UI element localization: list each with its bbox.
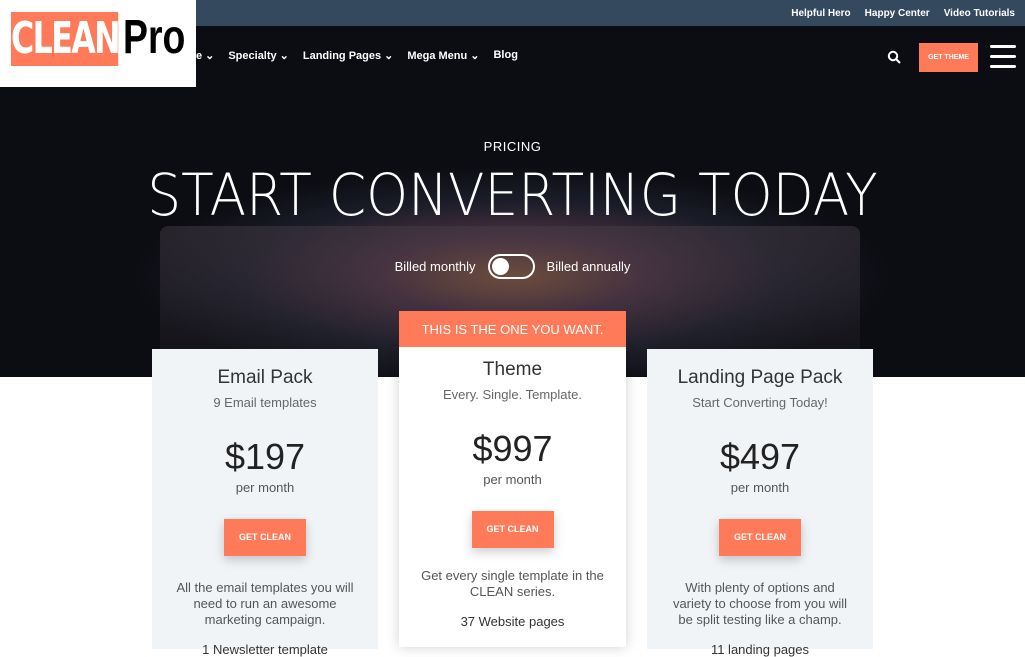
get-clean-button[interactable]: GET CLEAN xyxy=(224,519,306,556)
billing-toggle[interactable] xyxy=(487,254,535,279)
billed-monthly-label: Billed monthly xyxy=(394,259,476,274)
logo-pro: Pro xyxy=(123,11,186,64)
plan-period: per month xyxy=(235,480,295,495)
hero-label: PRICING xyxy=(483,139,542,154)
logo[interactable]: CLEAN Pro xyxy=(0,0,196,87)
chevron-down-icon: ⌄ xyxy=(384,50,394,62)
nav-label: Landing Pages xyxy=(302,50,382,62)
plan-card-email-pack: Email Pack 9 Email templates $197 per mo… xyxy=(152,349,378,657)
chevron-down-icon: ⌄ xyxy=(205,50,215,62)
plan-price: $197 xyxy=(224,436,306,477)
plan-name: Email Pack xyxy=(217,367,313,388)
helpful-hero-link[interactable]: Helpful Hero xyxy=(791,8,850,19)
plan-name: Landing Page Pack xyxy=(677,367,843,388)
nav-blog[interactable]: Blog xyxy=(493,49,517,62)
main-nav: e ⌄ Specialty ⌄ Landing Pages ⌄ Mega Menu ⌄ … xyxy=(196,49,518,62)
logo-clean: CLEAN xyxy=(11,12,121,66)
plan-subtitle: Every. Single. Template. xyxy=(443,387,582,402)
plan-price: $497 xyxy=(719,436,801,477)
plan-feature: 37 Website pages xyxy=(460,614,565,629)
nav-landing-pages[interactable]: Landing Pages ⌄ xyxy=(303,49,393,62)
featured-banner: THIS IS THE ONE YOU WANT. xyxy=(399,311,626,347)
plan-period: per month xyxy=(483,472,542,487)
nav-label: Specialty xyxy=(228,50,277,62)
plan-price: $997 xyxy=(472,428,553,469)
plan-subtitle: 9 Email templates xyxy=(213,395,317,410)
plan-card-theme: Theme Every. Single. Template. $997 per … xyxy=(399,347,626,647)
plan-description: Get every single template in the CLEAN s… xyxy=(421,568,604,599)
plan-description: With plenty of options and variety to ch… xyxy=(672,580,848,627)
nav-label: Mega Menu xyxy=(407,50,468,62)
nav-specialty[interactable]: Specialty ⌄ xyxy=(228,49,289,62)
plan-description: All the email templates you will need to… xyxy=(176,580,354,627)
get-clean-button[interactable]: GET CLEAN xyxy=(471,511,554,548)
plan-feature: 11 landing pages xyxy=(710,642,810,657)
get-clean-button[interactable]: GET CLEAN xyxy=(719,519,801,556)
plan-card-landing-page-pack: Landing Page Pack Start Converting Today… xyxy=(647,349,873,657)
video-tutorials-link[interactable]: Video Tutorials xyxy=(944,8,1015,19)
billing-toggle-row: Billed monthly Billed annually xyxy=(0,254,1025,279)
nav-mega-menu[interactable]: Mega Menu ⌄ xyxy=(407,49,479,62)
hamburger-menu-icon[interactable] xyxy=(990,45,1016,75)
happy-center-link[interactable]: Happy Center xyxy=(865,8,930,19)
plan-subtitle: Start Converting Today! xyxy=(692,395,828,410)
search-icon[interactable] xyxy=(887,50,901,64)
plan-period: per month xyxy=(730,480,790,495)
get-theme-button[interactable]: GET THEME xyxy=(919,43,978,72)
chevron-down-icon: ⌄ xyxy=(470,50,480,62)
plan-feature: 1 Newsletter template xyxy=(202,642,328,657)
nav-label: e xyxy=(196,50,203,62)
nav-item[interactable]: e ⌄ xyxy=(196,49,214,62)
chevron-down-icon: ⌄ xyxy=(279,50,289,62)
plan-name: Theme xyxy=(482,359,543,380)
billed-annually-label: Billed annually xyxy=(546,259,631,274)
page-title: START CONVERTING TODAY xyxy=(147,161,878,229)
